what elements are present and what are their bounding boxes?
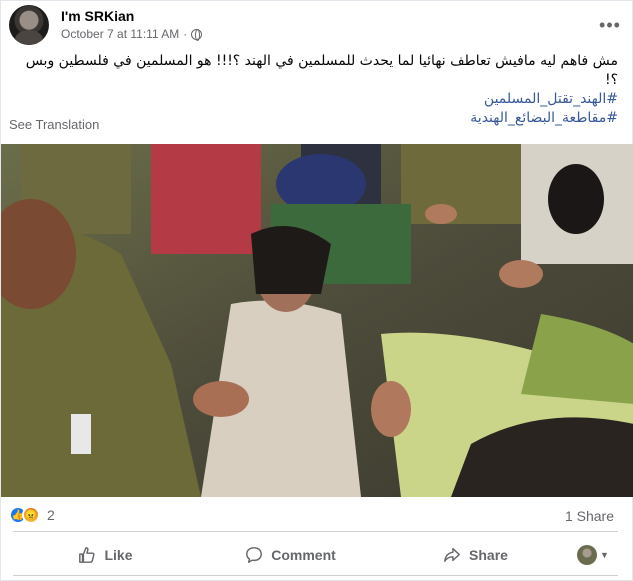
share-button[interactable]: Share xyxy=(383,538,568,572)
share-arrow-icon xyxy=(444,547,460,563)
caret-down-icon: ▼ xyxy=(600,550,609,560)
globe-icon xyxy=(191,28,203,41)
thumbs-up-icon xyxy=(79,547,96,563)
meta-separator: · xyxy=(183,27,188,41)
photo-scene xyxy=(1,144,633,497)
post-photo[interactable] xyxy=(1,144,633,497)
post-body: مش فاهم ليه مافيش تعاطف نهائيا لما يحدث … xyxy=(25,53,618,88)
reaction-summary[interactable]: 👍 😠 2 xyxy=(9,506,55,524)
like-label: Like xyxy=(104,547,133,563)
reaction-count[interactable]: 2 xyxy=(47,507,55,523)
comment-button[interactable]: Comment xyxy=(198,538,383,572)
comment-label: Comment xyxy=(271,547,336,563)
hashtag-link[interactable]: #الهند_تقتل_المسلمين xyxy=(13,90,618,109)
post-card: I'm SRKian October 7 at 11:11 AM · ••• م… xyxy=(0,0,633,581)
post-header: I'm SRKian October 7 at 11:11 AM · ••• xyxy=(9,5,626,45)
like-button[interactable]: Like xyxy=(13,538,198,572)
divider xyxy=(13,575,618,576)
share-label: Share xyxy=(469,547,508,563)
more-horizontal-icon[interactable]: ••• xyxy=(596,11,624,39)
author-avatar[interactable] xyxy=(9,5,49,45)
comment-icon xyxy=(246,547,263,563)
audience-selector[interactable]: ▼ xyxy=(568,538,618,572)
hashtag-link[interactable]: #مقاطعة_البضائع_الهندية xyxy=(13,109,618,128)
post-text: مش فاهم ليه مافيش تعاطف نهائيا لما يحدث … xyxy=(13,52,618,128)
post-timestamp[interactable]: October 7 at 11:11 AM xyxy=(61,27,179,41)
divider xyxy=(13,531,618,532)
see-translation-link[interactable]: See Translation xyxy=(9,117,99,132)
share-count[interactable]: 1 Share xyxy=(565,508,614,524)
post-meta: October 7 at 11:11 AM · xyxy=(61,27,203,41)
author-name[interactable]: I'm SRKian xyxy=(61,8,134,24)
action-bar: Like Comment Share ▼ xyxy=(13,538,618,572)
angry-reaction-icon: 😠 xyxy=(22,506,40,524)
viewer-avatar xyxy=(577,545,598,565)
